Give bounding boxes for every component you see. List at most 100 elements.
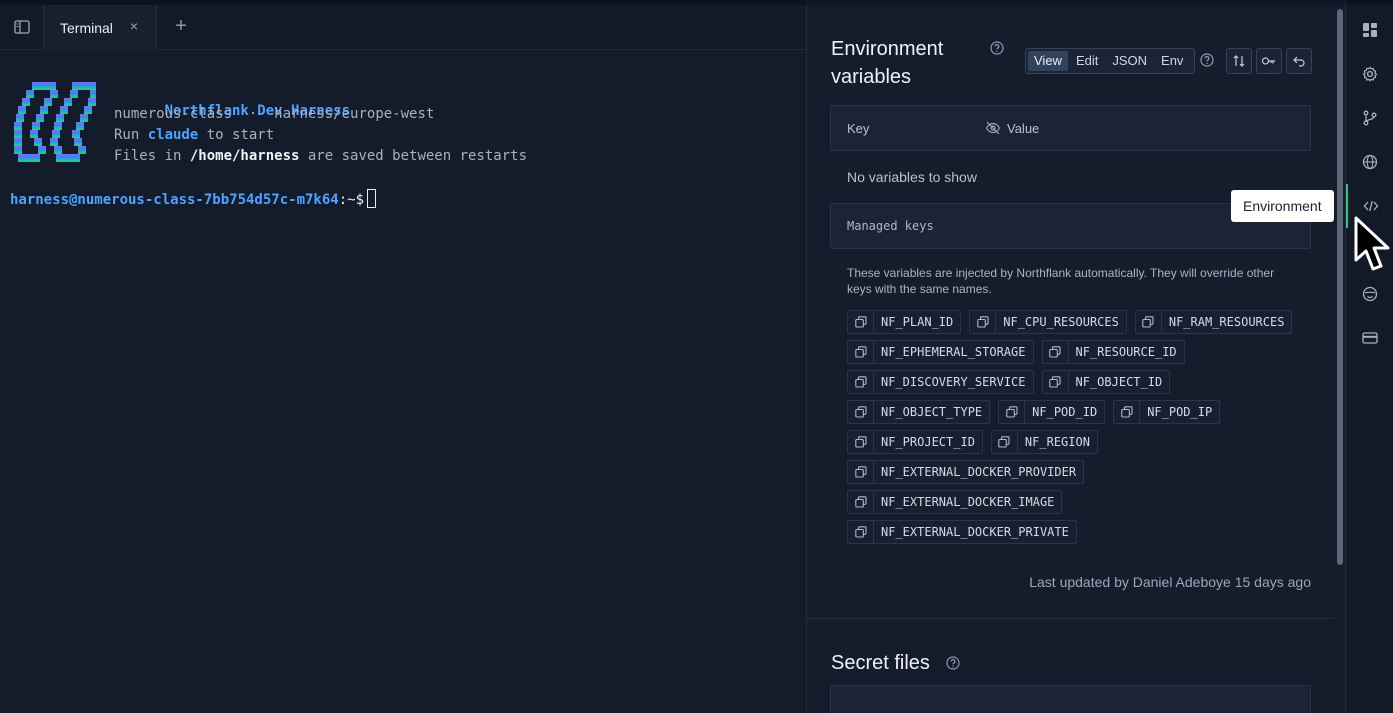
eye-off-icon[interactable] (985, 121, 1001, 135)
rail-item-network[interactable] (1346, 140, 1393, 184)
managed-keys-row: NF_EPHEMERAL_STORAGE NF_RESOURCE_ID (847, 340, 1317, 364)
copy-key-button[interactable] (848, 311, 874, 333)
mode-edit-button[interactable]: Edit (1070, 51, 1104, 71)
section-title: Environment variables (831, 38, 944, 88)
managed-key-label: NF_OBJECT_TYPE (881, 405, 983, 419)
right-navigation-rail (1345, 0, 1393, 713)
managed-key-chip[interactable]: NF_EXTERNAL_DOCKER_PROVIDER (847, 460, 1085, 484)
mode-env-button[interactable]: Env (1155, 51, 1189, 71)
copy-key-button[interactable] (1043, 341, 1069, 363)
copy-key-button[interactable] (992, 431, 1018, 453)
copy-key-button[interactable] (1043, 371, 1069, 393)
rail-item-git[interactable] (1346, 96, 1393, 140)
managed-key-label: NF_RESOURCE_ID (1075, 345, 1177, 359)
copy-key-button[interactable] (848, 401, 874, 423)
variables-table-header: Key Value (830, 105, 1311, 151)
terminal-output[interactable]: Northflank Dev Harness numerous-class · … (0, 50, 806, 713)
close-icon[interactable]: × (130, 19, 138, 33)
view-mode-toggle: View Edit JSON Env (1025, 48, 1195, 74)
sort-button[interactable] (1226, 48, 1252, 74)
managed-keys-row: NF_OBJECT_TYPE NF_POD_ID NF_POD_IP (847, 400, 1317, 424)
undo-button[interactable] (1286, 48, 1312, 74)
tab-bar: Terminal × + (0, 0, 806, 50)
empty-state-message: No variables to show (847, 169, 977, 185)
panel-toggle-button[interactable] (0, 5, 44, 49)
dashboard-icon (1363, 23, 1377, 37)
managed-key-label: NF_DISCOVERY_SERVICE (881, 375, 1026, 389)
banner-run-line: Run claude to start (114, 127, 275, 143)
managed-keys-row: NF_DISCOVERY_SERVICE NF_OBJECT_ID (847, 370, 1317, 394)
copy-icon (998, 436, 1010, 448)
card-icon (1362, 332, 1378, 344)
copy-key-button[interactable] (848, 341, 874, 363)
copy-key-button[interactable] (999, 401, 1026, 423)
last-updated-text: Last updated by Daniel Adeboye 15 days a… (1029, 574, 1311, 590)
panel-scrollbar[interactable] (1335, 5, 1345, 713)
toolbar-help-icon[interactable] (1200, 53, 1214, 67)
managed-key-chip[interactable]: NF_EXTERNAL_DOCKER_PRIVATE (847, 520, 1077, 544)
managed-key-chip[interactable]: NF_EPHEMERAL_STORAGE (847, 340, 1034, 364)
managed-keys-row: NF_EXTERNAL_DOCKER_PROVIDER (847, 460, 1317, 484)
managed-key-chip[interactable]: NF_OBJECT_ID (1041, 370, 1171, 394)
managed-keys-row: NF_PLAN_ID NF_CPU_RESOURCES NF_RAM_RESOURC… (847, 310, 1317, 334)
managed-keys-row: NF_EXTERNAL_DOCKER_PRIVATE (847, 520, 1317, 544)
copy-icon (854, 496, 867, 508)
face-icon (1362, 286, 1378, 302)
managed-key-chip[interactable]: NF_RAM_RESOURCES (1134, 310, 1293, 334)
tab-label: Terminal (60, 19, 113, 36)
managed-key-chip[interactable]: NF_PLAN_ID (847, 310, 962, 334)
mode-json-button[interactable]: JSON (1106, 51, 1153, 71)
copy-key-button[interactable] (848, 491, 874, 513)
mode-view-button[interactable]: View (1028, 51, 1068, 71)
scrollbar-thumb[interactable] (1337, 9, 1343, 565)
managed-key-chip[interactable]: NF_RESOURCE_ID (1041, 340, 1185, 364)
managed-key-chip[interactable]: NF_OBJECT_TYPE (847, 400, 991, 424)
copy-icon (977, 316, 989, 328)
managed-key-label: NF_POD_IP (1147, 405, 1213, 419)
managed-key-chip[interactable]: NF_CPU_RESOURCES (969, 310, 1127, 334)
reveal-secrets-button[interactable] (1256, 48, 1282, 74)
managed-key-chip[interactable]: NF_EXTERNAL_DOCKER_IMAGE (847, 490, 1063, 514)
git-branch-icon (1363, 110, 1377, 126)
managed-keys-row: NF_PROJECT_ID NF_REGION (847, 430, 1317, 454)
managed-key-label: NF_EXTERNAL_DOCKER_PROVIDER (881, 465, 1077, 479)
managed-key-chip[interactable]: NF_POD_IP (1113, 400, 1221, 424)
copy-icon (1120, 406, 1133, 418)
code-icon (1363, 200, 1379, 212)
copy-key-button[interactable] (1114, 401, 1141, 423)
sort-icon (1233, 55, 1245, 67)
copy-icon (854, 436, 867, 448)
rail-item-settings[interactable] (1346, 52, 1393, 96)
gear-icon (1362, 66, 1378, 82)
help-icon[interactable] (990, 41, 1004, 55)
globe-icon (1362, 154, 1378, 170)
copy-icon (1049, 346, 1061, 358)
managed-key-label: NF_OBJECT_ID (1075, 375, 1163, 389)
sidebar-panel-icon (13, 20, 30, 34)
managed-key-label: NF_EXTERNAL_DOCKER_IMAGE (881, 495, 1055, 509)
managed-key-chip[interactable]: NF_REGION (990, 430, 1098, 454)
managed-key-label: NF_EPHEMERAL_STORAGE (881, 345, 1026, 359)
managed-key-chip[interactable]: NF_POD_ID (998, 400, 1106, 424)
add-tab-button[interactable]: + (170, 16, 192, 36)
secret-files-help-icon[interactable] (946, 656, 960, 670)
copy-key-button[interactable] (848, 461, 874, 483)
secret-files-table (830, 685, 1311, 713)
managed-key-chip[interactable]: NF_PROJECT_ID (847, 430, 983, 454)
copy-icon (854, 406, 867, 418)
banner-instance-line: numerous-class · harness/europe-west (114, 106, 435, 122)
copy-key-button[interactable] (848, 431, 874, 453)
rail-item-overview[interactable] (1346, 8, 1393, 52)
managed-keys-row: NF_EXTERNAL_DOCKER_IMAGE (847, 490, 1317, 514)
rail-item-health[interactable] (1346, 272, 1393, 316)
managed-key-label: NF_PROJECT_ID (881, 435, 975, 449)
copy-key-button[interactable] (970, 311, 997, 333)
managed-key-chip[interactable]: NF_DISCOVERY_SERVICE (847, 370, 1034, 394)
managed-keys-list: NF_PLAN_ID NF_CPU_RESOURCES NF_RAM_RESOURC… (847, 310, 1317, 550)
copy-key-button[interactable] (848, 371, 874, 393)
copy-key-button[interactable] (1136, 311, 1162, 333)
tab-terminal[interactable]: Terminal × (44, 5, 157, 50)
shell-prompt[interactable]: harness@numerous-class-7bb754d57c-m7k64:… (10, 189, 377, 209)
rail-item-billing[interactable] (1346, 316, 1393, 360)
copy-key-button[interactable] (848, 521, 874, 543)
